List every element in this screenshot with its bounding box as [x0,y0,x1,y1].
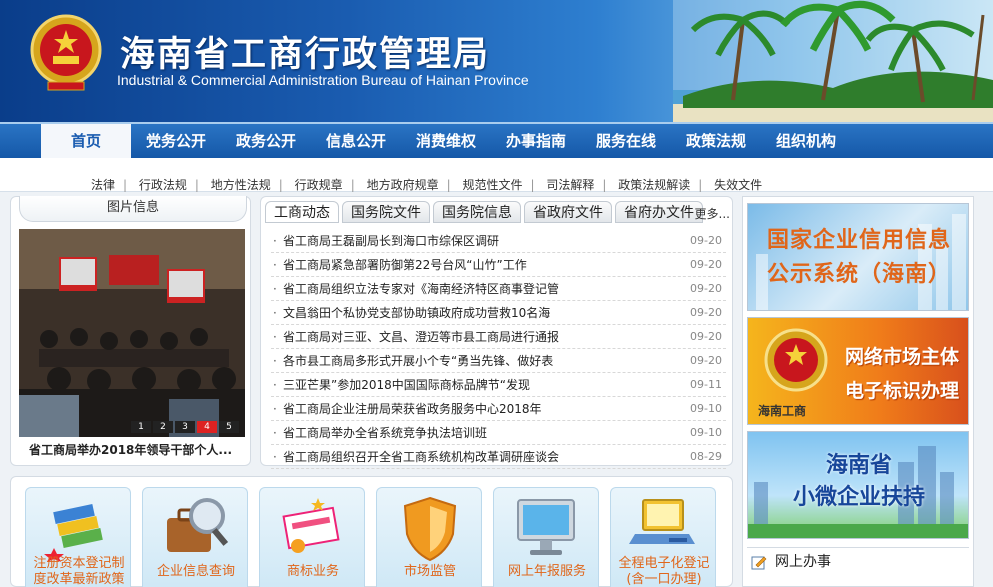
nav-item-consumer-rights[interactable]: 消费维权 [407,124,485,158]
pager-page-3[interactable]: 3 [175,421,195,433]
service-e-registration[interactable]: 全程电子化登记 (含一口办理) [610,487,716,587]
news-item[interactable]: · 省工商局王磊副局长到海口市综保区调研 09-20 [271,229,726,253]
news-item[interactable]: · 省工商局举办全省系统竞争执法培训班 09-10 [271,421,726,445]
shield-icon [403,496,457,562]
nav-item-policy[interactable]: 政策法规 [677,124,755,158]
sub-nav: 法律 | 行政法规 | 地方性法规 | 行政规章 | 地方政府规章 | 规范性文件 | 司法… [0,158,993,192]
news-item[interactable]: · 省工商局组织召开全省工商系统机构改革调研座谈会 08-29 [271,445,726,469]
news-item[interactable]: · 省工商局企业注册局荣获省政务服务中心2018年 09-10 [271,397,726,421]
books-icon [44,503,103,562]
tab-provincial-docs[interactable]: 省政府文件 [524,201,612,223]
news-item[interactable]: · 省工商局组织立法专家对《海南经济特区商事登记管 09-20 [271,277,726,301]
credit-info-banner[interactable]: 国家企业信用信息 公示系统（海南） [747,203,969,311]
emblem-icon [764,328,828,392]
e-identity-line1: 网络市场主体 [844,346,959,368]
small-business-banner[interactable]: 海南省 小微企业扶持 [747,431,969,539]
conference-hall-image [19,229,245,437]
right-sidebar: 国家企业信用信息 公示系统（海南） 海南工商 网络市场主体 电子标识办理 海南省小微… [742,196,974,587]
service-label: 全程电子化登记 [618,556,710,571]
credit-banner-line2: 公示系统（海南） [766,262,951,287]
trademark-certificate-icon [282,498,340,553]
subnav-link-policy-interpretation[interactable]: 政策法规解读 [618,178,690,192]
tab-business-news[interactable]: 工商动态 [265,201,339,223]
pager-page-1[interactable]: 1 [131,421,151,433]
service-shortcuts: 注册资本登记制 度改革最新政策 企业信息查询 商标业务 市场监管 网上年报服务 … [10,476,733,587]
tab-state-council-docs[interactable]: 国务院文件 [342,201,430,223]
pager-page-4[interactable]: 4 [197,421,217,433]
news-item[interactable]: · 三亚芒果”参加2018中国国际商标品牌节“发现 09-11 [271,373,726,397]
news-item[interactable]: · 文昌翁田个私协党支部协助镇政府成功营救10名海 09-20 [271,301,726,325]
nav-item-information[interactable]: 信息公开 [317,124,395,158]
subnav-link-law[interactable]: 法律 [91,178,115,192]
subnav-link-local-gov-rules[interactable]: 地方政府规章 [367,178,439,192]
service-label-line2: (含一口办理) [626,572,702,587]
photo-news-panel: 图片信息 1 2 3 4 5 省工商局举办2018年领导干部个人... [10,196,251,466]
e-identity-banner[interactable]: 海南工商 网络市场主体 电子标识办理 [747,317,969,425]
nav-item-party-affairs[interactable]: 党务公开 [137,124,215,158]
small-business-line2: 小微企业扶持 [792,485,925,510]
site-title: 海南省工商行政管理局 [120,35,491,75]
pencil-icon [751,556,767,570]
laptop-icon [629,499,695,544]
news-item[interactable]: · 省工商局对三亚、文昌、澄迈等市县工商局进行通报 09-20 [271,325,726,349]
e-identity-line2: 电子标识办理 [844,380,959,402]
service-label: 注册资本登记制 [33,556,125,571]
subnav-link-admin-rules[interactable]: 行政规章 [295,178,343,192]
credit-banner-line1: 国家企业信用信息 [766,228,951,253]
news-item[interactable]: · 省工商局紧急部署防御第22号台风“山竹”工作 09-20 [271,253,726,277]
site-subtitle: Industrial & Commercial Administration B… [117,72,529,88]
photo-caption[interactable]: 省工商局举办2018年领导干部个人... [29,441,244,458]
subnav-link-invalid-docs[interactable]: 失效文件 [714,178,762,192]
service-annual-report[interactable]: 网上年报服务 [493,487,599,587]
site-header: 海南省工商行政管理局 Industrial & Commercial Admin… [0,0,993,122]
news-panel: 工商动态 国务院文件 国务院信息 省政府文件 省府办文件 更多... · 省工商局… [260,196,733,469]
nav-item-home[interactable]: 首页 [41,124,131,158]
online-service-heading[interactable]: 网上办事 [747,547,969,575]
monitor-icon [517,499,575,555]
pager-page-5[interactable]: 5 [219,421,239,433]
subnav-link-admin-regulations[interactable]: 行政法规 [139,178,187,192]
news-item[interactable]: · 各市县工商局多形式开展小个专“勇当先锋、做好表 09-20 [271,349,726,373]
news-list: · 省工商局王磊副局长到海口市综保区调研 09-20 · 省工商局紧急部署防御第22号… [271,229,726,469]
small-business-line1: 海南省 [825,453,892,478]
service-label: 市场监管 [403,564,456,579]
nav-item-organization[interactable]: 组织机构 [767,124,845,158]
service-registered-capital[interactable]: 注册资本登记制 度改革最新政策 [25,487,131,587]
nav-item-online-service[interactable]: 服务在线 [587,124,665,158]
online-service-label: 网上办事 [775,554,831,570]
service-label: 网上年报服务 [507,564,586,579]
conference-photo[interactable]: 1 2 3 4 5 [19,229,245,437]
nav-item-government-affairs[interactable]: 政务公开 [227,124,305,158]
tropical-beach-image [673,0,993,122]
photo-pager: 1 2 3 4 5 [131,421,239,433]
national-emblem-icon [30,14,102,91]
service-enterprise-query[interactable]: 企业信息查询 [142,487,248,587]
service-market-supervision[interactable]: 市场监管 [376,487,482,587]
photo-panel-title: 图片信息 [19,196,247,222]
hainan-gongshang-label: 海南工商 [758,404,807,418]
service-label-line2: 度改革最新政策 [33,572,125,587]
tab-provincial-office-docs[interactable]: 省府办文件 [615,201,703,223]
pager-page-2[interactable]: 2 [153,421,173,433]
subnav-link-local-regulations[interactable]: 地方性法规 [211,178,271,192]
tab-state-council-info[interactable]: 国务院信息 [433,201,521,223]
subnav-link-normative-docs[interactable]: 规范性文件 [462,178,522,192]
service-trademark[interactable]: 商标业务 [259,487,365,587]
news-more-link[interactable]: 更多... [695,205,730,222]
nav-item-guide[interactable]: 办事指南 [497,124,575,158]
service-label: 商标业务 [286,564,339,579]
service-label: 企业信息查询 [156,564,235,579]
subnav-link-judicial-interpretation[interactable]: 司法解释 [546,178,594,192]
main-nav: 首页 党务公开 政务公开 信息公开 消费维权 办事指南 服务在线 政策法规 组织… [0,122,993,158]
briefcase-search-icon [167,498,229,552]
